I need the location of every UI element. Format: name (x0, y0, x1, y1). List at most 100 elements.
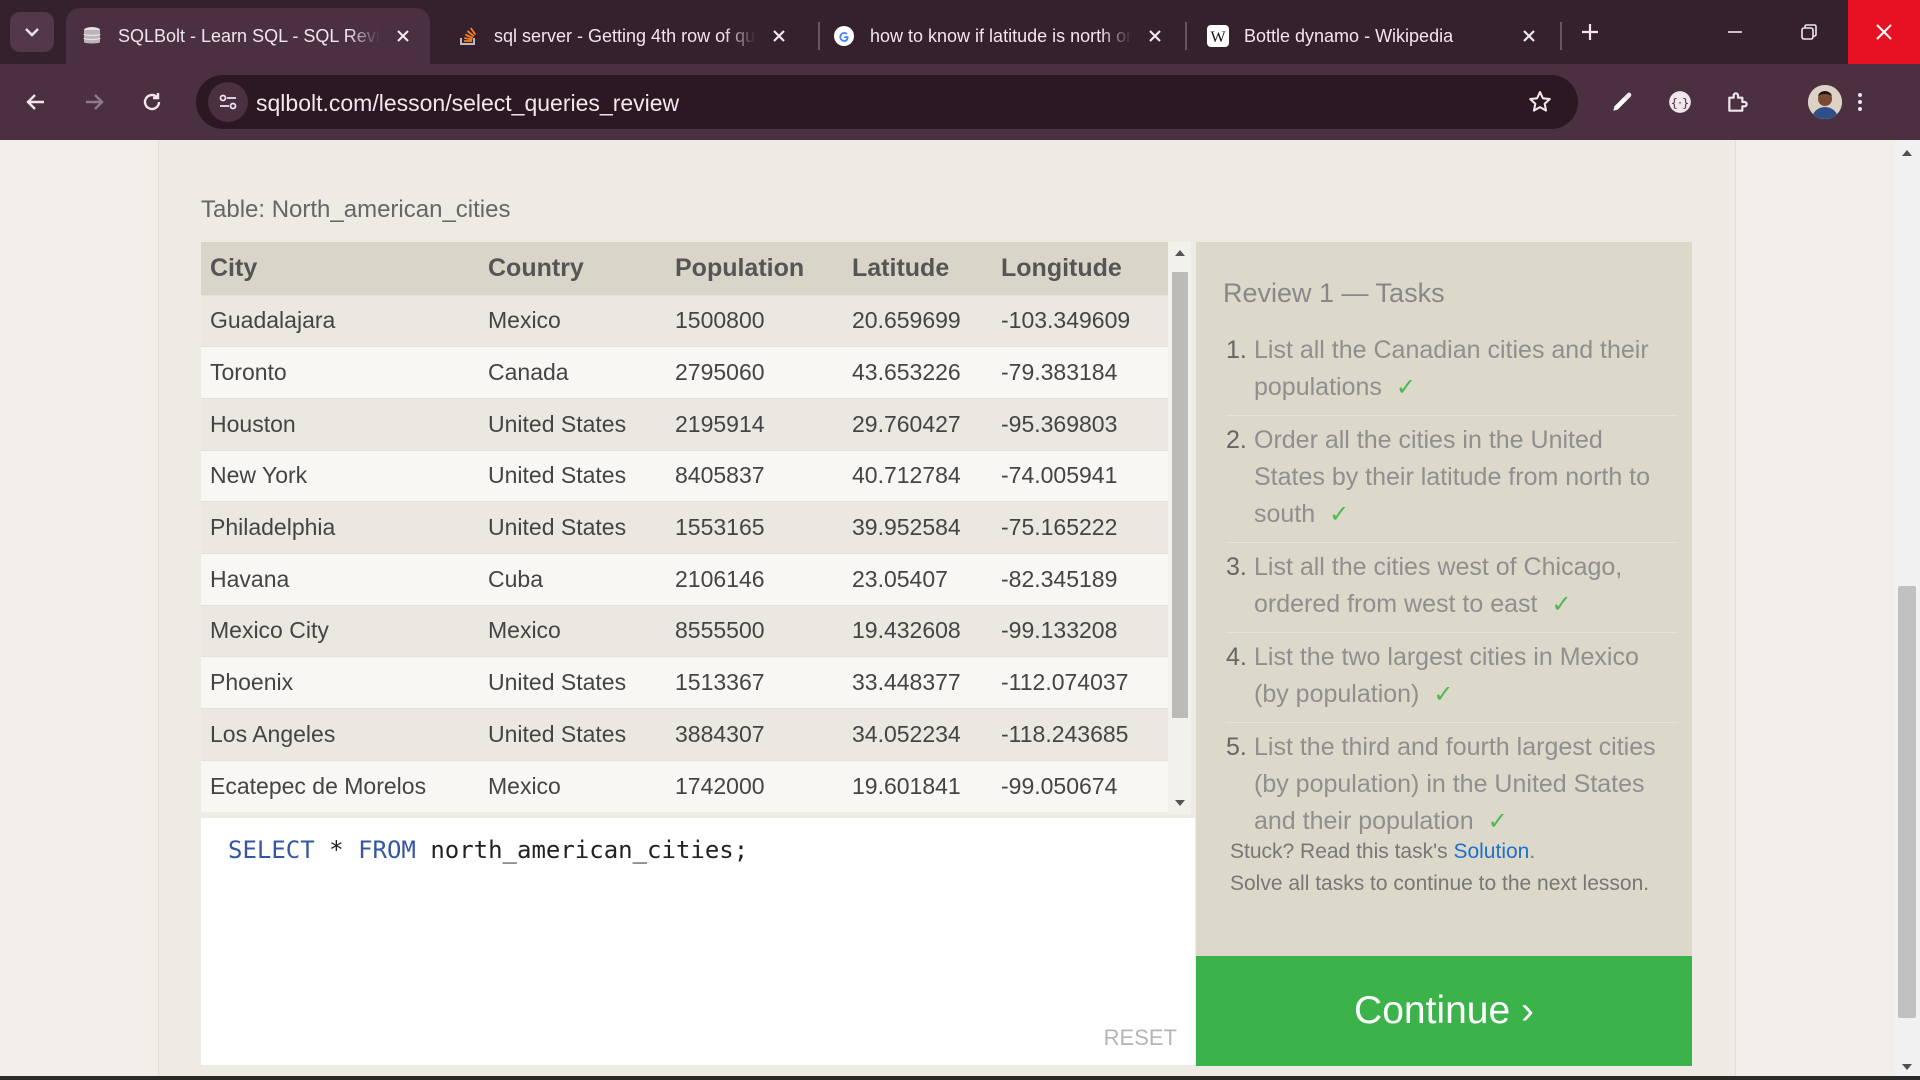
tab-title: how to know if latitude is north or sout… (870, 25, 1132, 46)
table-scrollbar[interactable] (1168, 242, 1191, 814)
sql-editor[interactable]: SELECT * FROM north_american_cities; RES… (201, 818, 1195, 1065)
restore-icon (1801, 24, 1817, 40)
extension-button[interactable]: {·} (1658, 80, 1702, 124)
table-cell: 1742000 (666, 759, 843, 812)
plus-icon (1582, 24, 1598, 40)
browser-menu-button[interactable] (1838, 80, 1882, 124)
tab-sqlbolt[interactable]: SQLBolt - Learn SQL - SQL Review: Simple… (66, 8, 430, 64)
table-cell: Mexico (479, 604, 666, 657)
minimize-button[interactable] (1698, 0, 1772, 64)
stuck-prefix: Stuck? Read this task's (1230, 840, 1448, 863)
table-cell: Mexico City (201, 604, 479, 657)
page-scrollbar-thumb[interactable] (1898, 586, 1916, 1018)
table-row: Philadelphia United States 1553165 39.95258… (201, 501, 1169, 554)
results-table-panel: City Country Population Latitude Longitu… (201, 242, 1191, 814)
stuck-suffix: . (1529, 840, 1536, 863)
more-vertical-icon (1858, 93, 1862, 111)
table-row: New York United States 8405837 40.712784 -74… (201, 449, 1169, 502)
new-tab-button[interactable] (1572, 14, 1608, 50)
database-icon (80, 24, 104, 48)
scroll-down-arrow-icon[interactable] (1168, 792, 1191, 814)
forward-button[interactable] (72, 80, 116, 124)
reload-icon (143, 93, 161, 111)
eyedropper-extension-button[interactable] (1600, 80, 1644, 124)
reload-button[interactable] (130, 80, 174, 124)
back-button[interactable] (14, 80, 58, 124)
bookmark-button[interactable] (1520, 82, 1560, 122)
tab-title: Bottle dynamo - Wikipedia (1244, 25, 1454, 46)
stackoverflow-icon (456, 24, 480, 48)
table-cell: -99.133208 (992, 604, 1169, 657)
table-cell: Mexico (479, 759, 666, 812)
tab-separator (1185, 22, 1187, 50)
table-scrollbar-thumb[interactable] (1172, 272, 1188, 718)
table-cell: Toronto (201, 346, 479, 399)
close-icon[interactable] (1142, 23, 1168, 49)
sql-code[interactable]: SELECT * FROM north_american_cities; (228, 836, 748, 864)
window-close-button[interactable] (1848, 0, 1920, 64)
window-bottom-edge (0, 1076, 1920, 1080)
column-header: Longitude (992, 242, 1169, 295)
profile-avatar[interactable] (1808, 85, 1842, 119)
tab-search-button[interactable] (10, 12, 54, 52)
reset-button[interactable]: RESET (1104, 1025, 1177, 1051)
table-row: Los Angeles United States 3884307 34.052234… (201, 708, 1169, 761)
table-row: Toronto Canada 2795060 43.653226 -79.383184 (201, 346, 1169, 399)
table-cell: 20.659699 (843, 294, 992, 347)
chevron-down-icon (25, 28, 39, 37)
solution-link[interactable]: Solution (1453, 840, 1529, 863)
table-row: Havana Cuba 2106146 23.05407 -82.345189 (201, 552, 1169, 606)
tab-google[interactable]: how to know if latitude is north or sout… (818, 8, 1182, 64)
scroll-up-arrow-icon[interactable] (1168, 242, 1191, 264)
table-cell: 29.760427 (843, 397, 992, 451)
tab-stackoverflow[interactable]: sql server - Getting 4th row of query re… (442, 8, 806, 64)
table-cell: 34.052234 (843, 708, 992, 761)
scroll-up-arrow-icon[interactable] (1894, 140, 1920, 166)
tab-separator (1560, 22, 1562, 50)
tab-wikipedia[interactable]: W Bottle dynamo - Wikipedia (1192, 8, 1556, 64)
table-row: Houston United States 2195914 29.760427 -95.… (201, 397, 1169, 451)
site-info-button[interactable] (208, 82, 248, 122)
sql-keyword: FROM (358, 836, 416, 864)
table-cell: Los Angeles (201, 708, 479, 761)
column-header: Latitude (843, 242, 992, 295)
table-caption: Table: North_american_cities (201, 196, 511, 223)
task-number: 4. (1226, 643, 1247, 671)
svg-text:{·}: {·} (1671, 96, 1690, 110)
table-row: Mexico City Mexico 8555500 19.432608 -99.133… (201, 604, 1169, 657)
table-cell: Ecatepec de Morelos (201, 759, 479, 812)
column-header: City (201, 242, 479, 295)
table-cell: 1513367 (666, 656, 843, 709)
table-cell: 40.712784 (843, 449, 992, 502)
table-row: Ecatepec de Morelos Mexico 1742000 19.60184… (201, 759, 1169, 812)
table-cell: United States (479, 449, 666, 502)
column-header: Population (666, 242, 843, 295)
address-bar[interactable]: sqlbolt.com/lesson/select_queries_review (196, 75, 1578, 129)
task-number: 3. (1226, 553, 1247, 581)
google-icon (832, 24, 856, 48)
page-scrollbar[interactable] (1894, 140, 1920, 1080)
table-cell: 39.952584 (843, 501, 992, 554)
continue-button[interactable]: Continue › (1196, 956, 1692, 1066)
close-icon[interactable] (390, 23, 416, 49)
browser-toolbar: sqlbolt.com/lesson/select_queries_review… (0, 64, 1920, 140)
table-cell: Houston (201, 397, 479, 451)
task-item: 4. List the two largest cities in Mexico … (1226, 633, 1678, 723)
extensions-menu-button[interactable] (1716, 80, 1760, 124)
puzzle-icon (1728, 92, 1748, 112)
table-cell: -99.050674 (992, 759, 1169, 812)
close-icon[interactable] (1516, 23, 1542, 49)
task-item: 3. List all the cities west of Chicago, o… (1226, 543, 1678, 633)
table-cell: United States (479, 708, 666, 761)
stuck-help-text: Stuck? Read this task's Solution. Solve … (1230, 836, 1650, 900)
table-cell: Mexico (479, 294, 666, 347)
task-text: List all the Canadian cities and their p… (1254, 336, 1649, 401)
url-text[interactable]: sqlbolt.com/lesson/select_queries_review (256, 90, 679, 117)
table-cell: Phoenix (201, 656, 479, 709)
table-cell: 19.432608 (843, 604, 992, 657)
checkmark-icon: ✓ (1395, 374, 1416, 401)
close-icon (1876, 24, 1892, 40)
close-icon[interactable] (766, 23, 792, 49)
restore-button[interactable] (1772, 0, 1846, 64)
tasks-title: Review 1 — Tasks (1223, 278, 1445, 308)
